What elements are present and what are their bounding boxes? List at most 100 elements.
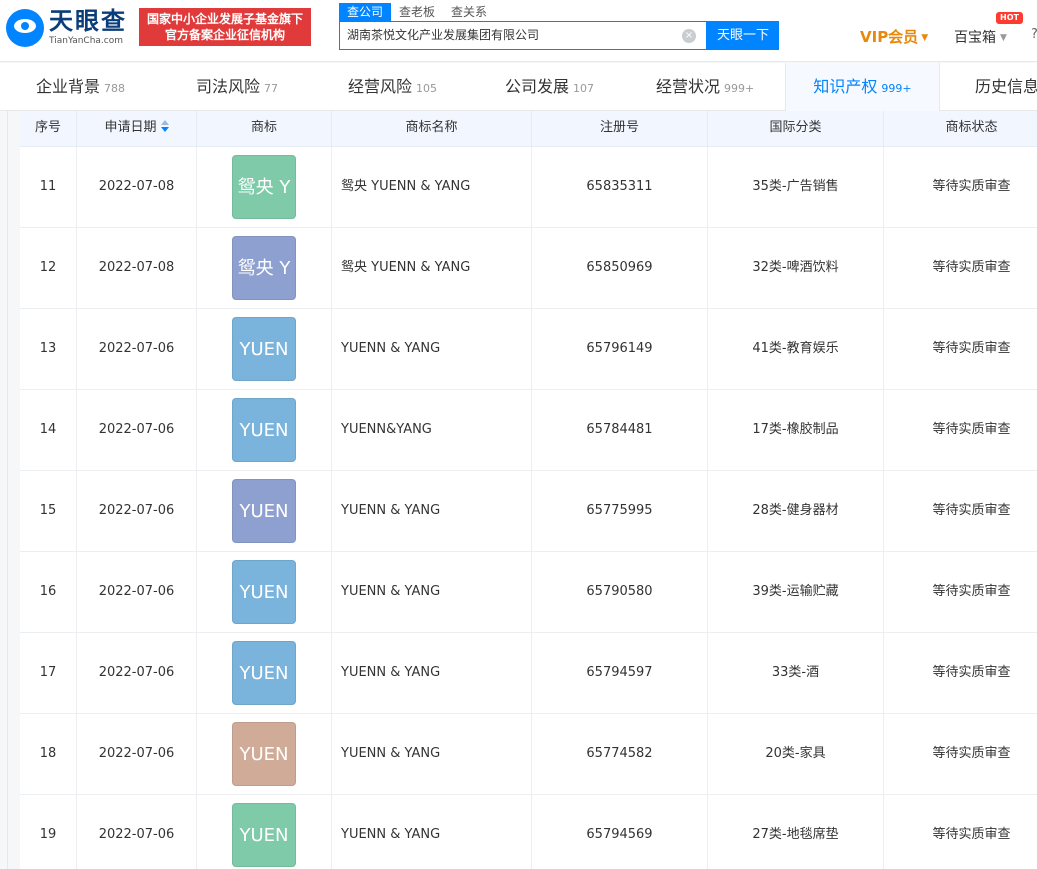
cell-apply-date: 2022-07-06 xyxy=(77,633,197,714)
tab-label: 经营状况 xyxy=(656,77,721,96)
trademark-image[interactable]: 鸳央 Y xyxy=(232,155,296,219)
cell-reg-number: 65790580 xyxy=(532,552,708,633)
trademark-image[interactable]: 鸳央 Y xyxy=(232,236,296,300)
cell-trademark-name[interactable]: 鸳央 YUENN & YANG xyxy=(332,228,532,309)
cell-intl-class: 32类-啤酒饮料 xyxy=(708,228,884,309)
clear-icon[interactable]: × xyxy=(682,29,696,43)
col-header-status: 商标状态 xyxy=(945,120,998,135)
tab-label: 公司发展 xyxy=(505,77,570,96)
tab-intellectual-property[interactable]: 知识产权 999+ xyxy=(785,63,940,111)
tab-count: 107 xyxy=(573,82,595,95)
cell-status: 等待实质审查 xyxy=(932,827,1011,842)
logo-subtitle: TianYanCha.com xyxy=(49,36,124,46)
cell-trademark-image: YUEN xyxy=(197,714,332,795)
cell-index: 11 xyxy=(20,147,77,228)
cell-trademark-image: YUEN xyxy=(197,309,332,390)
cell-intl-class: 41类-教育娱乐 xyxy=(708,309,884,390)
tab-legal-risk[interactable]: 司法风险 77 xyxy=(196,63,278,111)
tab-business-status[interactable]: 经营状况 999+ xyxy=(656,63,754,111)
header-edge-item[interactable]: ? xyxy=(1031,27,1037,42)
cell-trademark-name[interactable]: 鸳央 YUENN & YANG xyxy=(332,147,532,228)
table-row[interactable]: 13 2022-07-06 YUEN YUENN & YANG 65796149 41类-… xyxy=(20,309,1037,390)
cell-index: 17 xyxy=(20,633,77,714)
table-header: 序号 申请日期 商标 商标名称 注册号 国际分类 商标状态 xyxy=(20,111,1037,147)
trademark-image[interactable]: YUEN xyxy=(232,398,296,462)
table-row[interactable]: 11 2022-07-08 鸳央 Y 鸳央 YUENN & YANG 65835311 3… xyxy=(20,147,1037,228)
cell-index: 14 xyxy=(20,390,77,471)
cell-reg-number: 65775995 xyxy=(532,471,708,552)
tab-count: 77 xyxy=(264,82,279,95)
site-logo[interactable]: 天眼查 TianYanCha.com xyxy=(6,7,132,49)
col-header-index: 序号 xyxy=(20,111,77,147)
tab-history-info[interactable]: 历史信息 xyxy=(975,63,1037,111)
tab-count: 105 xyxy=(416,82,438,95)
col-header-reg-number: 注册号 xyxy=(532,111,708,147)
table-row[interactable]: 12 2022-07-08 鸳央 Y 鸳央 YUENN & YANG 65850969 3… xyxy=(20,228,1037,309)
cell-apply-date: 2022-07-06 xyxy=(77,390,197,471)
cell-apply-date: 2022-07-08 xyxy=(77,228,197,309)
trademark-image[interactable]: YUEN xyxy=(232,479,296,543)
tab-label: 历史信息 xyxy=(975,77,1037,96)
cell-reg-number: 65794597 xyxy=(532,633,708,714)
tab-operating-risk[interactable]: 经营风险 105 xyxy=(348,63,437,111)
toolbox-label: 百宝箱 xyxy=(954,30,996,46)
search-button[interactable]: 天眼一下 xyxy=(707,21,779,50)
vip-label: VIP会员 xyxy=(860,28,919,46)
cell-index: 18 xyxy=(20,714,77,795)
sort-icon[interactable] xyxy=(160,120,169,132)
cell-status: 等待实质审查 xyxy=(932,422,1011,437)
cell-trademark-name[interactable]: YUENN & YANG xyxy=(332,633,532,714)
table-row[interactable]: 18 2022-07-06 YUEN YUENN & YANG 65774582 20类-… xyxy=(20,714,1037,795)
cell-reg-number: 65784481 xyxy=(532,390,708,471)
col-header-trademark: 商标 xyxy=(197,111,332,147)
tab-label: 知识产权 xyxy=(813,77,878,96)
trademark-image[interactable]: YUEN xyxy=(232,722,296,786)
chevron-down-icon: ▼ xyxy=(921,33,929,43)
cell-apply-date: 2022-07-06 xyxy=(77,471,197,552)
trademark-table: 序号 申请日期 商标 商标名称 注册号 国际分类 商标状态 11 2022-07-… xyxy=(20,111,1037,869)
cell-index: 13 xyxy=(20,309,77,390)
slogan-line-2: 官方备案企业征信机构 xyxy=(164,28,285,42)
table-row[interactable]: 19 2022-07-06 YUEN YUENN & YANG 65794569 27类-… xyxy=(20,795,1037,869)
divider xyxy=(7,111,8,869)
table-row[interactable]: 16 2022-07-06 YUEN YUENN & YANG 65790580 39类-… xyxy=(20,552,1037,633)
tab-search-boss[interactable]: 查老板 xyxy=(391,3,443,21)
cell-intl-class: 33类-酒 xyxy=(708,633,884,714)
tab-company-development[interactable]: 公司发展 107 xyxy=(505,63,594,111)
tab-enterprise-background[interactable]: 企业背景 788 xyxy=(36,63,125,111)
cell-trademark-name[interactable]: YUENN & YANG xyxy=(332,795,532,869)
toolbox-menu[interactable]: 百宝箱 ▼ xyxy=(954,27,1007,47)
cell-trademark-name[interactable]: YUENN&YANG xyxy=(332,390,532,471)
cell-status: 等待实质审查 xyxy=(932,341,1011,356)
cell-trademark-name[interactable]: YUENN & YANG xyxy=(332,714,532,795)
tab-search-relation[interactable]: 查关系 xyxy=(443,3,495,21)
table-row[interactable]: 14 2022-07-06 YUEN YUENN&YANG 65784481 17类-橡胶… xyxy=(20,390,1037,471)
cell-trademark-name[interactable]: YUENN & YANG xyxy=(332,552,532,633)
cell-trademark-name[interactable]: YUENN & YANG xyxy=(332,471,532,552)
trademark-image[interactable]: YUEN xyxy=(232,560,296,624)
tab-search-company[interactable]: 查公司 xyxy=(339,3,392,21)
tab-count: 999+ xyxy=(724,82,755,95)
col-header-trademark-name: 商标名称 xyxy=(332,111,532,147)
table-row[interactable]: 15 2022-07-06 YUEN YUENN & YANG 65775995 28类-… xyxy=(20,471,1037,552)
tab-label: 司法风险 xyxy=(196,77,261,96)
table-row[interactable]: 17 2022-07-06 YUEN YUENN & YANG 65794597 33类-… xyxy=(20,633,1037,714)
cell-index: 16 xyxy=(20,552,77,633)
cell-status: 等待实质审查 xyxy=(932,503,1011,518)
vip-menu[interactable]: VIP会员 ▼ xyxy=(860,26,928,47)
eye-logo-icon xyxy=(6,9,44,47)
col-header-apply-date[interactable]: 申请日期 xyxy=(77,111,197,147)
trademark-image[interactable]: YUEN xyxy=(232,641,296,705)
cell-trademark-name[interactable]: YUENN & YANG xyxy=(332,309,532,390)
hot-badge: HOT xyxy=(996,12,1023,24)
slogan-banner: 国家中小企业发展子基金旗下 官方备案企业征信机构 xyxy=(139,8,311,46)
cell-trademark-image: YUEN xyxy=(197,552,332,633)
cell-status: 等待实质审查 xyxy=(932,746,1011,761)
search-input[interactable] xyxy=(347,22,677,49)
cell-reg-number: 65774582 xyxy=(532,714,708,795)
trademark-image[interactable]: YUEN xyxy=(232,803,296,867)
cell-index: 19 xyxy=(20,795,77,869)
slogan-line-1: 国家中小企业发展子基金旗下 xyxy=(146,12,303,26)
trademark-image[interactable]: YUEN xyxy=(232,317,296,381)
tab-label: 企业背景 xyxy=(36,77,101,96)
